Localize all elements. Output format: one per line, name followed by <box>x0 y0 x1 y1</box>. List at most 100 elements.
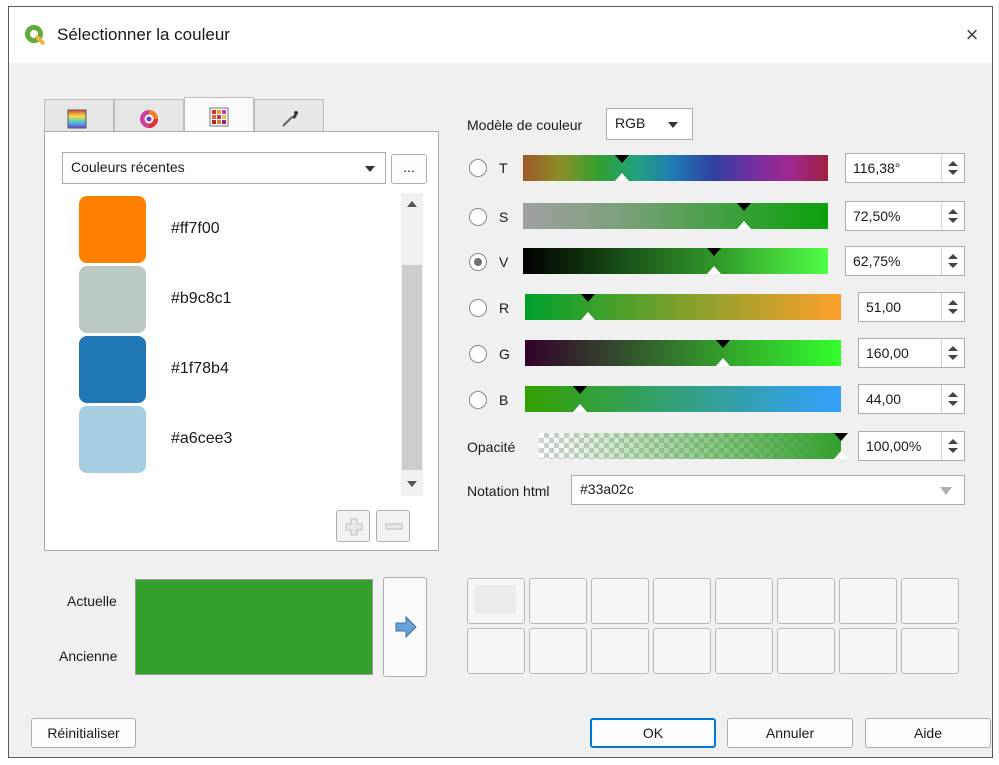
scroll-up-icon[interactable] <box>407 201 417 207</box>
list-item[interactable]: #1f78b4 <box>63 336 395 406</box>
cancel-button-label: Annuler <box>765 725 815 741</box>
palette-slot[interactable] <box>839 628 897 674</box>
swatch-color <box>79 406 146 473</box>
opacity-slider[interactable] <box>539 433 841 459</box>
slider-marker <box>707 248 722 256</box>
minus-icon <box>385 523 403 530</box>
opacity-spinbox[interactable]: 100,00% <box>858 431 965 461</box>
list-item[interactable]: #a6cee3 <box>63 406 395 476</box>
color-dialog: Sélectionner la couleur × Couleurs récen… <box>8 6 993 758</box>
palette-slot[interactable] <box>777 628 835 674</box>
palette-slot[interactable] <box>591 578 649 624</box>
color-swatches-icon <box>209 107 229 127</box>
color-ramp-icon <box>67 109 87 129</box>
current-color-label: Actuelle <box>67 593 117 609</box>
swatch-menu-button[interactable]: ... <box>391 154 427 184</box>
red-slider[interactable] <box>525 294 841 320</box>
list-item[interactable]: #b9c8c1 <box>63 266 395 336</box>
dialog-title: Sélectionner la couleur <box>57 25 230 44</box>
green-slider[interactable] <box>525 340 841 366</box>
palette-slot[interactable] <box>777 578 835 624</box>
value-slider[interactable] <box>523 248 828 274</box>
current-color-swatch <box>136 580 372 627</box>
palette-slot[interactable] <box>653 628 711 674</box>
slider-marker <box>581 312 596 320</box>
list-item[interactable]: #ff7f00 <box>63 196 395 266</box>
opacity-value: 100,00% <box>866 438 922 454</box>
old-color-label: Ancienne <box>59 648 118 664</box>
value-spinbox[interactable]: 62,75% <box>845 246 965 276</box>
radio-blue[interactable] <box>469 391 487 409</box>
blue-spinbox[interactable]: 44,00 <box>858 384 965 414</box>
radio-red[interactable] <box>469 299 487 317</box>
spin-arrows-icon[interactable] <box>941 154 964 182</box>
channel-letter-t: T <box>499 160 508 176</box>
cancel-button[interactable]: Annuler <box>727 718 853 748</box>
old-color-swatch[interactable] <box>136 627 372 674</box>
scrollbar[interactable] <box>401 193 423 496</box>
slider-marker <box>581 294 596 302</box>
swatch-list[interactable]: #ff7f00 #b9c8c1 #1f78b4 #a6cee3 <box>63 193 425 496</box>
hue-slider[interactable] <box>523 155 828 181</box>
close-icon[interactable]: × <box>952 15 992 55</box>
palette-slot[interactable] <box>653 578 711 624</box>
palette-slot[interactable] <box>591 628 649 674</box>
red-value: 51,00 <box>866 299 902 315</box>
palette-slot[interactable] <box>839 578 897 624</box>
html-notation-input[interactable]: #33a02c <box>571 475 965 505</box>
ok-button[interactable]: OK <box>590 718 716 748</box>
channel-letter-b: B <box>499 392 509 408</box>
slider-marker <box>572 386 587 394</box>
spin-arrows-icon[interactable] <box>941 432 964 460</box>
saturation-spinbox[interactable]: 72,50% <box>845 201 965 231</box>
saturation-value: 72,50% <box>853 208 901 224</box>
palette-slot[interactable] <box>715 578 773 624</box>
slider-marker <box>737 221 752 229</box>
swatch-source-combo[interactable]: Couleurs récentes <box>62 152 386 184</box>
spin-arrows-icon[interactable] <box>941 247 964 275</box>
spin-arrows-icon[interactable] <box>941 293 964 321</box>
swatch-label: #a6cee3 <box>171 430 233 447</box>
palette-slot[interactable] <box>467 578 525 624</box>
slider-marker <box>707 266 722 274</box>
channel-letter-v: V <box>499 254 509 270</box>
chevron-down-icon[interactable] <box>940 487 952 495</box>
qgis-logo-icon <box>25 25 46 46</box>
add-to-palette-button[interactable] <box>383 577 427 677</box>
radio-green[interactable] <box>469 345 487 363</box>
swatch-color <box>79 336 146 403</box>
red-spinbox[interactable]: 51,00 <box>858 292 965 322</box>
swatch-source-label: Couleurs récentes <box>71 159 185 175</box>
color-model-label: Modèle de couleur <box>467 117 583 133</box>
spin-arrows-icon[interactable] <box>941 202 964 230</box>
radio-value[interactable] <box>469 253 487 271</box>
spin-arrows-icon[interactable] <box>941 339 964 367</box>
scrollbar-thumb[interactable] <box>402 265 422 470</box>
hue-value: 116,38° <box>853 160 901 176</box>
slider-marker <box>716 340 731 348</box>
hue-spinbox[interactable]: 116,38° <box>845 153 965 183</box>
palette-slot[interactable] <box>715 628 773 674</box>
saturation-slider[interactable] <box>523 203 828 229</box>
palette-slot-fill <box>474 585 516 613</box>
swatch-label: #ff7f00 <box>171 220 220 237</box>
help-button[interactable]: Aide <box>865 718 991 748</box>
color-model-combo[interactable]: RGB <box>606 108 693 140</box>
radio-hue[interactable] <box>469 159 487 177</box>
green-spinbox[interactable]: 160,00 <box>858 338 965 368</box>
value-value: 62,75% <box>853 253 901 269</box>
palette-slot[interactable] <box>901 628 959 674</box>
palette-slot[interactable] <box>901 578 959 624</box>
spin-arrows-icon[interactable] <box>941 385 964 413</box>
radio-saturation[interactable] <box>469 208 487 226</box>
reset-button[interactable]: Réinitialiser <box>31 718 136 748</box>
remove-swatch-button[interactable] <box>376 510 410 542</box>
palette-slot[interactable] <box>529 578 587 624</box>
color-model-value: RGB <box>615 115 646 131</box>
swatch-panel: Couleurs récentes ... #ff7f00 #b9c8c1 #1… <box>44 131 439 551</box>
palette-slot[interactable] <box>467 628 525 674</box>
swatch-label: #1f78b4 <box>171 360 229 377</box>
palette-slot[interactable] <box>529 628 587 674</box>
scroll-down-icon[interactable] <box>407 481 417 487</box>
add-swatch-button[interactable] <box>336 510 370 542</box>
